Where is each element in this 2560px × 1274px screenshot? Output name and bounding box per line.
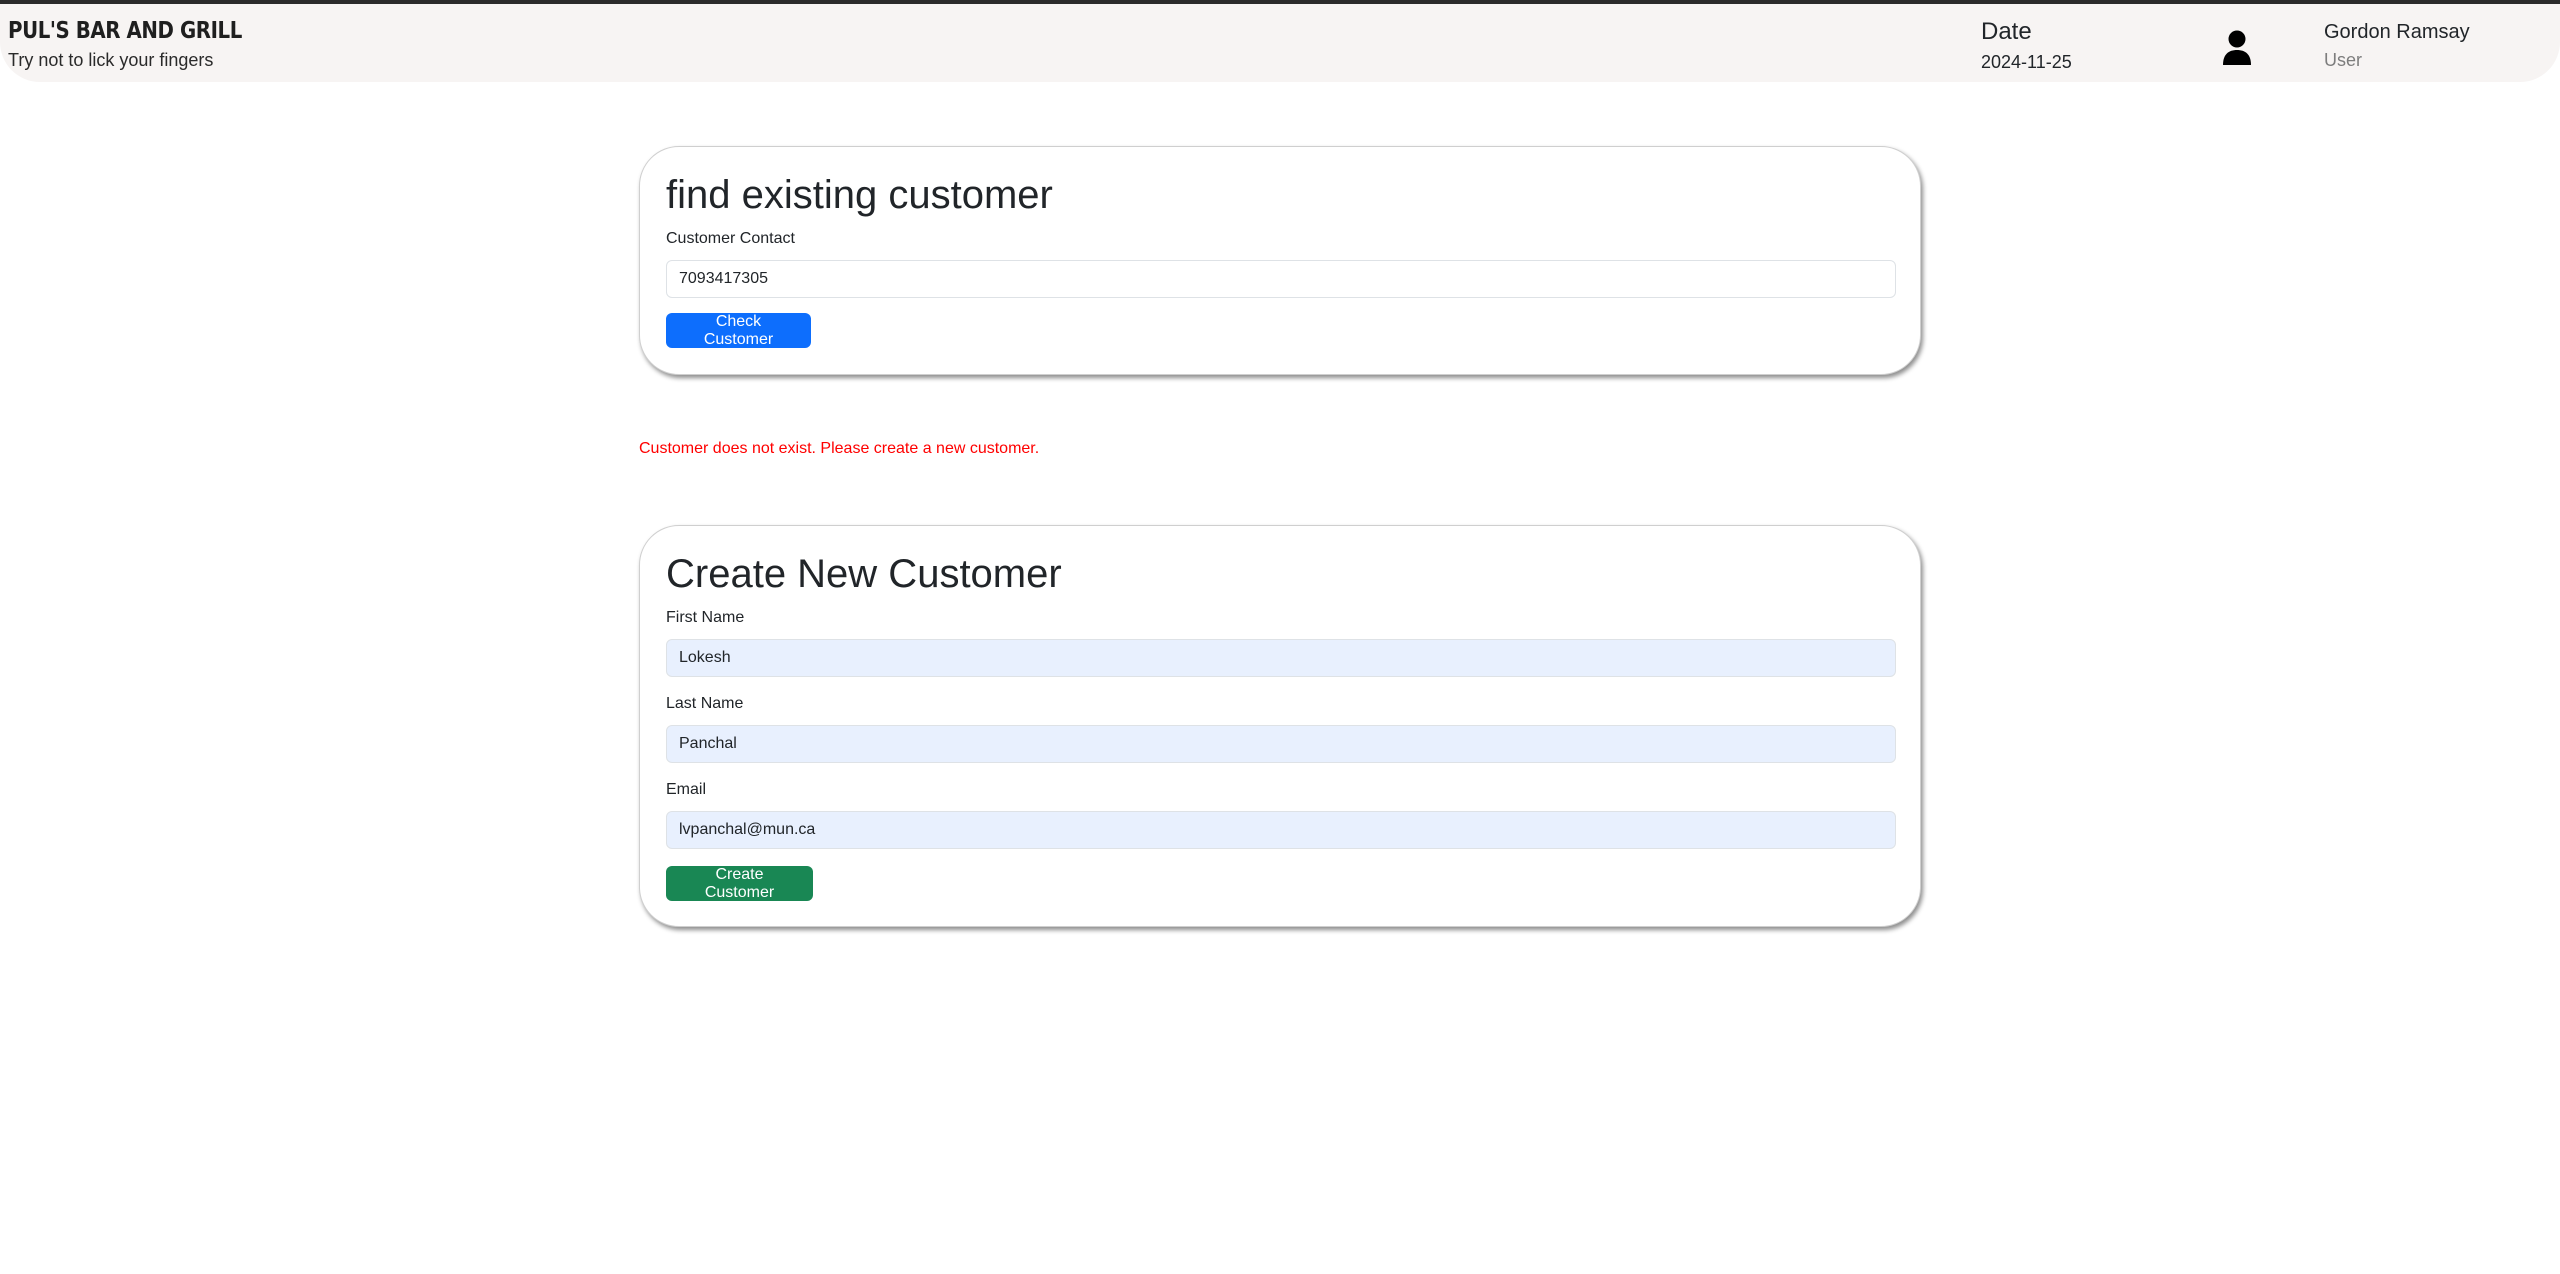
customer-contact-label: Customer Contact bbox=[666, 230, 795, 247]
error-message: Customer does not exist. Please create a… bbox=[639, 440, 1040, 457]
create-customer-title: Create New Customer bbox=[666, 552, 1062, 596]
app-header: PUL'S BAR AND GRILL Try not to lick your… bbox=[0, 4, 2560, 82]
email-input[interactable] bbox=[666, 811, 1896, 849]
brand-title: PUL'S BAR AND GRILL bbox=[8, 18, 242, 44]
first-name-input[interactable] bbox=[666, 639, 1896, 677]
find-customer-card: find existing customer Customer Contact … bbox=[639, 146, 1921, 375]
user-name: Gordon Ramsay bbox=[2324, 21, 2470, 43]
brand-tagline: Try not to lick your fingers bbox=[8, 50, 214, 70]
last-name-label: Last Name bbox=[666, 695, 744, 712]
first-name-label: First Name bbox=[666, 609, 745, 626]
create-customer-card: Create New Customer First Name Last Name… bbox=[639, 525, 1921, 927]
email-label: Email bbox=[666, 781, 707, 798]
last-name-input[interactable] bbox=[666, 725, 1896, 763]
find-customer-title: find existing customer bbox=[666, 173, 1053, 217]
user-icon[interactable] bbox=[2222, 30, 2252, 66]
date-label: Date bbox=[1981, 18, 2032, 45]
check-customer-button[interactable]: Check Customer bbox=[666, 313, 811, 348]
date-value: 2024-11-25 bbox=[1981, 52, 2072, 72]
customer-contact-input[interactable] bbox=[666, 260, 1896, 298]
user-role: User bbox=[2324, 50, 2363, 70]
create-customer-button[interactable]: Create Customer bbox=[666, 866, 813, 901]
